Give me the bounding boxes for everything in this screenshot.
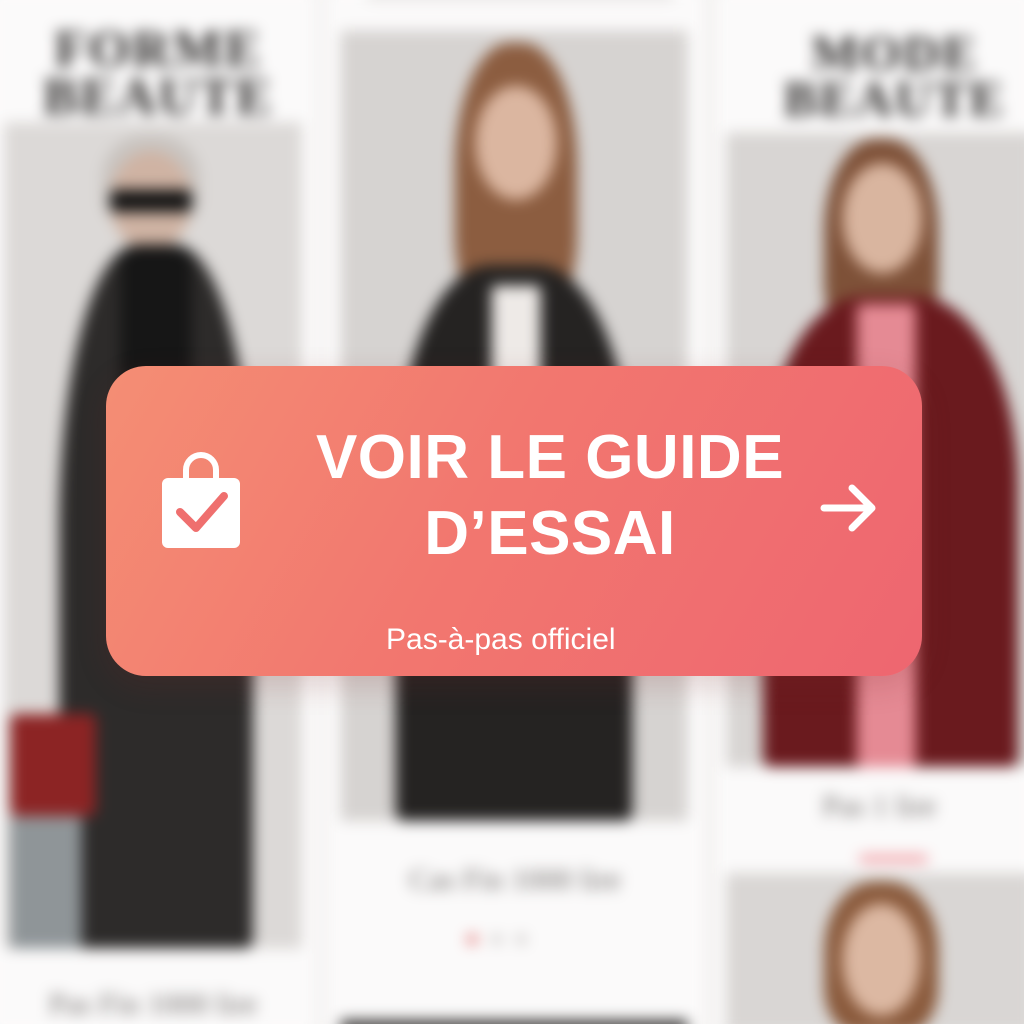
magazine-masthead-right: MODE BEAUTE xyxy=(783,24,1006,128)
product-caption-left: Pas Fin 1000 lire xyxy=(48,987,258,1021)
page: FORME BEAUTE Pas Fin 1000 lire Cas Fin 1… xyxy=(0,0,1024,1024)
carousel-dot-active xyxy=(467,934,478,945)
cta-subtitle: Pas-à-pas officiel xyxy=(386,623,616,656)
product-photo-right-2 xyxy=(726,873,1024,1024)
arrow-right-icon xyxy=(820,484,876,532)
cta-title-line-2: D’ESSAI xyxy=(424,499,676,568)
shopping-bag-check-icon xyxy=(162,452,240,548)
product-caption-center: Cas Fin 1000 lire xyxy=(409,862,621,897)
carousel-dot xyxy=(516,934,527,945)
magazine-masthead-left: FORME BEAUTE xyxy=(42,20,274,127)
carousel-dot xyxy=(491,934,502,945)
cta-title-line-1: VOIR LE GUIDE xyxy=(315,423,785,492)
red-handbag xyxy=(10,713,96,816)
price-tag-bar xyxy=(858,854,929,863)
product-caption-right: Pas 1 lire xyxy=(822,789,937,824)
carousel-dots xyxy=(467,934,527,945)
cta-title: VOIR LE GUIDE D’ESSAI xyxy=(280,420,820,572)
